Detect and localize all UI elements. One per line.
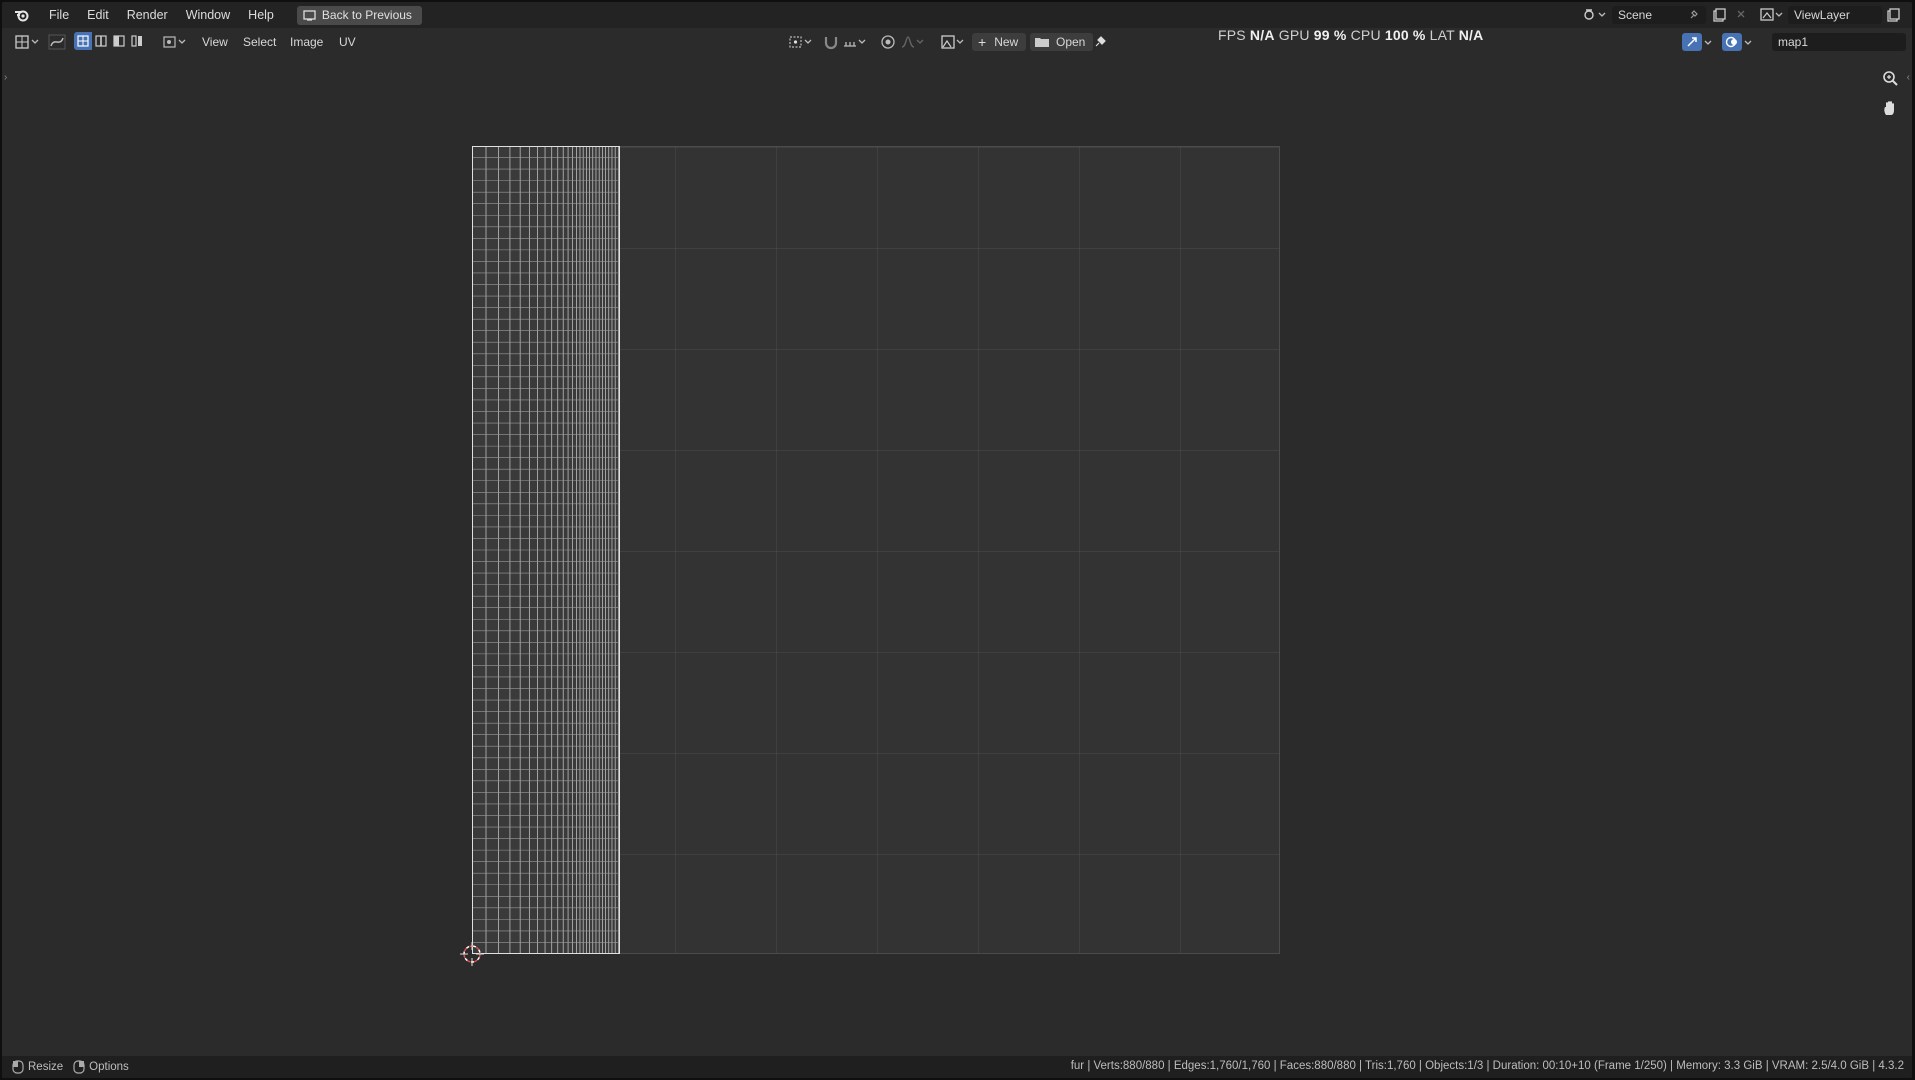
gpu-label: GPU [1278,27,1310,43]
2d-cursor-icon[interactable] [458,940,486,968]
vertex-select-mode-icon[interactable] [74,32,92,50]
resize-hint: Resize [12,1060,63,1074]
overlay-toggle[interactable] [1722,32,1754,52]
hand-pan-icon[interactable] [1878,96,1902,120]
select-mode-group [74,32,150,50]
delete-scene-icon[interactable] [1736,8,1746,20]
fps-label: FPS [1218,27,1246,43]
options-hint: Options [73,1060,129,1074]
top-bar: File Edit Render Window Help Back to Pre… [2,2,1912,28]
back-to-previous-button[interactable]: Back to Previous [296,5,422,25]
falloff-button[interactable] [900,32,928,52]
new-image-button[interactable]: + New [972,32,1027,52]
editor-type-button[interactable] [14,32,42,52]
cpu-label: CPU [1350,27,1381,43]
proportional-edit-icon [881,35,895,49]
scene-icon[interactable] [1582,7,1608,23]
blender-window: File Edit Render Window Help Back to Pre… [2,2,1912,1078]
toolbar-expand-arrow-icon[interactable]: › [4,72,7,83]
menu-view[interactable]: View [193,32,237,52]
performance-stats: FPS N/A GPU 99 % CPU 100 % LAT N/A [1218,27,1483,43]
gizmo-toggle[interactable] [1682,32,1714,52]
edge-select-mode-icon[interactable] [92,32,110,50]
view-layer-icon[interactable] [1759,7,1785,23]
snap-target-button[interactable] [842,32,870,52]
resize-label: Resize [28,1061,64,1073]
open-image-button[interactable]: Open [1030,32,1094,52]
new-view-layer-icon[interactable] [1886,8,1900,25]
face-select-mode-icon[interactable] [110,32,128,50]
menu-select[interactable]: Select [234,32,285,52]
scene-statistics: fur | Verts:880/880 | Edges:1,760/1,760 … [1070,1060,1904,1072]
view-layer-name: ViewLayer [1794,8,1850,22]
image-icon [941,35,964,49]
new-scene-icon[interactable] [1712,8,1726,22]
scene-name: Scene [1618,8,1653,22]
menu-help[interactable]: Help [239,2,283,28]
menu-uv[interactable]: UV [330,32,365,52]
folder-icon [1035,38,1049,47]
menu-window[interactable]: Window [177,2,239,28]
pin-icon[interactable] [1688,8,1700,24]
mouse-left-icon [12,1060,24,1074]
screen-icon [303,9,316,21]
cpu-value: 100 % [1384,27,1426,43]
gpu-value: 99 % [1313,27,1347,43]
plus-icon: + [978,34,987,50]
proportional-editing-toggle[interactable] [880,32,896,52]
uv-editor-icon [15,35,39,49]
menu-file[interactable]: File [40,2,78,28]
options-label: Options [89,1061,129,1073]
uv-map-name: map1 [1778,35,1809,49]
pivot-icon [789,36,812,48]
sticky-selection-icon [163,36,186,48]
pin-image-toggle[interactable] [1092,32,1108,52]
menu-image[interactable]: Image [281,32,332,52]
island-select-mode-icon[interactable] [128,32,146,50]
uv-sync-icon[interactable] [48,32,66,52]
scene-field[interactable]: Scene [1612,6,1706,24]
back-to-previous-label: Back to Previous [321,8,412,22]
sticky-selection-button[interactable] [162,32,190,52]
sidebar-expand-arrow-icon[interactable]: ‹ [1907,72,1910,83]
magnet-icon [824,37,838,50]
chevron-down-icon [1704,40,1712,45]
status-bar: Resize Options fur | Verts:880/880 | Edg… [2,1056,1912,1078]
chevron-down-icon [1744,40,1752,45]
open-label: Open [1056,35,1086,49]
view-layer-field[interactable]: ViewLayer [1788,6,1900,24]
uv-editor-header: View Select Image UV + New Open map1 [2,28,1912,56]
new-label: New [994,35,1019,49]
menu-render[interactable]: Render [118,2,177,28]
menu-edit[interactable]: Edit [78,2,118,28]
snap-toggle[interactable] [822,32,840,52]
uv-map-field[interactable]: map1 [1772,33,1906,51]
falloff-curve-icon [901,36,924,48]
snap-increment-icon [844,39,866,47]
lat-value: N/A [1458,27,1484,43]
pivot-point-button[interactable] [788,32,816,52]
mouse-right-icon [73,1060,85,1074]
pin-icon [1095,36,1106,47]
image-browse-button[interactable] [940,32,968,52]
fps-value: N/A [1249,27,1275,43]
zoom-icon[interactable] [1878,66,1902,90]
overlays-icon [1722,33,1742,51]
uv-mesh-islands[interactable] [472,146,620,954]
lat-label: LAT [1429,27,1455,43]
blender-logo-icon[interactable] [12,5,32,25]
gizmo-icon [1682,33,1702,51]
